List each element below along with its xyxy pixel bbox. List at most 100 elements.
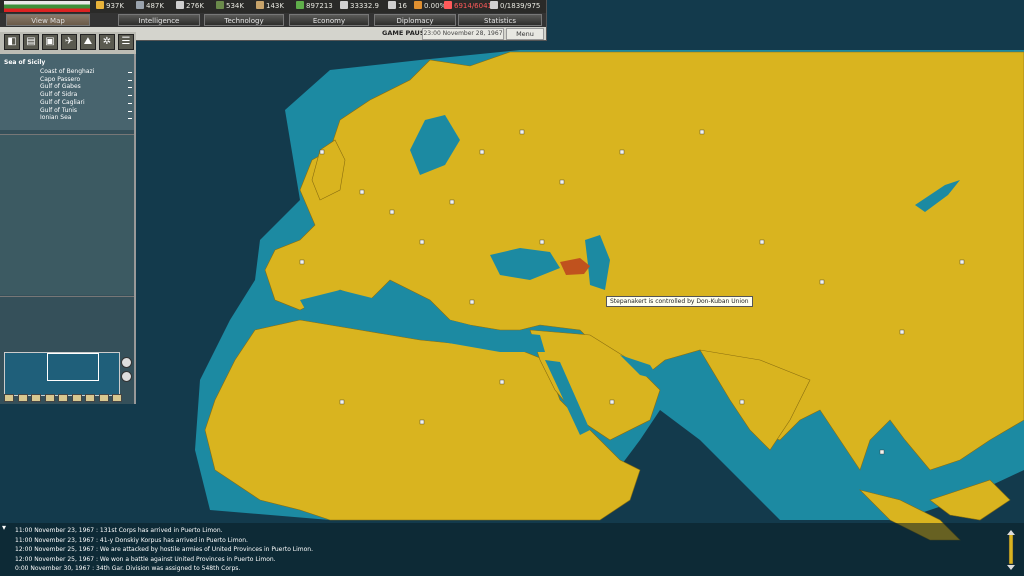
resource-value: 276K (186, 2, 204, 10)
province-tooltip: Stepanakert is controlled by Don-Kuban U… (606, 296, 753, 307)
city-marker[interactable] (899, 329, 905, 335)
tab-diplomacy[interactable]: Diplomacy (374, 14, 456, 26)
world-map[interactable] (0, 0, 1024, 576)
resource-manpower[interactable]: 33332.9 (340, 0, 379, 13)
city-marker[interactable] (339, 399, 345, 405)
transports-icon (388, 1, 396, 9)
minimap-viewport[interactable] (47, 353, 99, 381)
division-icon[interactable]: ✲ (99, 34, 115, 50)
mapmode-button[interactable] (85, 394, 95, 402)
province-list: Sea of Sicily Coast of Benghazi Capo Pass… (0, 54, 134, 130)
resource-ic[interactable]: 6914/6041 (444, 0, 492, 13)
city-marker[interactable] (499, 379, 505, 385)
mapmode-button[interactable] (71, 394, 82, 402)
city-marker[interactable] (479, 149, 485, 155)
resource-value: 143K (266, 2, 284, 10)
province-list-item[interactable]: Gulf of Tunis (40, 107, 77, 114)
zoom-in-icon[interactable] (121, 357, 132, 368)
province-list-item[interactable]: Capo Passero (40, 76, 80, 83)
oil-icon (216, 1, 224, 9)
tab-intelligence[interactable]: Intelligence (118, 14, 200, 26)
city-marker[interactable] (739, 399, 745, 405)
log-expand-icon[interactable]: ▾ (2, 523, 6, 532)
log-entry[interactable]: 12:00 November 25, 1967 : We won a battl… (15, 556, 276, 563)
mapmode-button[interactable] (17, 394, 28, 402)
options-icon[interactable]: ☰ (118, 34, 134, 50)
log-entry[interactable]: 11:00 November 23, 1967 : 41-y Donskiy K… (15, 537, 248, 544)
log-scroll-icon[interactable] (1006, 530, 1016, 570)
zoom-controls (120, 354, 132, 394)
mapmode-button[interactable] (112, 394, 122, 402)
resource-convoys[interactable]: 0/1839/975 (490, 0, 540, 13)
resource-energy[interactable]: 937K (96, 0, 124, 13)
city-marker[interactable] (619, 149, 625, 155)
resource-transports[interactable]: 16 (388, 0, 407, 13)
province-list-item[interactable]: Gulf of Cagliari (40, 99, 85, 106)
resource-metal[interactable]: 487K (136, 0, 164, 13)
metal-icon (136, 1, 144, 9)
resource-value: 16 (398, 2, 407, 10)
mapmode-button[interactable] (98, 394, 109, 402)
list-item-dash (128, 79, 132, 81)
city-marker[interactable] (389, 209, 395, 215)
list-item-dash (128, 87, 132, 89)
city-marker[interactable] (559, 179, 565, 185)
province-view (0, 134, 134, 295)
air-icon[interactable]: ✈ (61, 34, 77, 50)
resource-rare-materials[interactable]: 276K (176, 0, 204, 13)
city-marker[interactable] (419, 419, 425, 425)
list-item-dash (128, 95, 132, 97)
production-icon[interactable]: ▣ (42, 34, 58, 50)
city-marker[interactable] (699, 129, 705, 135)
menu-button[interactable]: Menu (506, 28, 544, 40)
city-marker[interactable] (519, 129, 525, 135)
province-list-item[interactable]: Ionian Sea (40, 114, 71, 121)
supplies-icon (256, 1, 264, 9)
mapmode-button[interactable] (58, 394, 68, 402)
city-marker[interactable] (759, 239, 765, 245)
city-marker[interactable] (609, 399, 615, 405)
tab-technology[interactable]: Technology (204, 14, 284, 26)
minimap[interactable] (4, 352, 120, 396)
log-entry[interactable]: 0:00 November 30, 1967 : 34th Gar. Divis… (15, 565, 240, 572)
city-marker[interactable] (299, 259, 305, 265)
province-panel: Sea of Sicily Coast of Benghazi Capo Pass… (0, 54, 136, 404)
log-entry[interactable]: 11:00 November 23, 1967 : 131st Corps ha… (15, 527, 223, 534)
army-icon[interactable]: ⛰ (80, 34, 96, 50)
message-log: ▾ 11:00 November 23, 1967 : 131st Corps … (0, 523, 1024, 576)
list-item-dash (128, 72, 132, 73)
zoom-out-icon[interactable] (121, 371, 132, 382)
resource-value: 534K (226, 2, 244, 10)
resource-value: 937K (106, 2, 124, 10)
province-list-item[interactable]: Gulf of Sidra (40, 91, 77, 98)
mapmode-button[interactable] (44, 394, 55, 402)
ledger-icon[interactable]: ▤ (23, 34, 39, 50)
nation-flag[interactable] (4, 1, 90, 12)
province-list-item[interactable]: Coast of Benghazi (40, 68, 94, 75)
city-marker[interactable] (359, 189, 365, 195)
city-marker[interactable] (469, 299, 475, 305)
city-marker[interactable] (449, 199, 455, 205)
resource-oil[interactable]: 534K (216, 0, 244, 13)
rare-materials-icon (176, 1, 184, 9)
province-list-item[interactable]: Gulf of Gabes (40, 83, 81, 90)
resource-supplies[interactable]: 143K (256, 0, 284, 13)
resource-dissent[interactable]: 0.00% (414, 0, 446, 13)
log-entry[interactable]: 12:00 November 25, 1967 : We are attacke… (15, 546, 313, 553)
list-item-dash (128, 118, 132, 120)
province-icon[interactable]: ◧ (4, 34, 20, 50)
tab-view-map[interactable]: View Map (6, 14, 90, 26)
resource-money[interactable]: 897213 (296, 0, 333, 13)
mapmode-button[interactable] (31, 394, 41, 402)
game-date: 23:00 November 28, 1967 (422, 28, 504, 40)
mapmode-button[interactable] (4, 394, 14, 402)
city-marker[interactable] (539, 239, 545, 245)
city-marker[interactable] (419, 239, 425, 245)
left-toolbar: ◧ ▤ ▣ ✈ ⛰ ✲ ☰ (0, 32, 136, 55)
city-marker[interactable] (879, 449, 885, 455)
city-marker[interactable] (819, 279, 825, 285)
city-marker[interactable] (959, 259, 965, 265)
city-marker[interactable] (319, 149, 325, 155)
tab-statistics[interactable]: Statistics (458, 14, 542, 26)
tab-economy[interactable]: Economy (289, 14, 369, 26)
